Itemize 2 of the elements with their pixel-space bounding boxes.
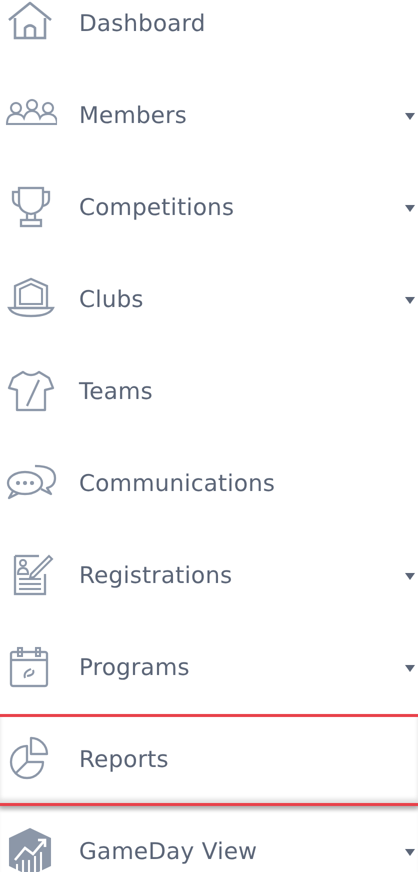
nav-item[interactable]: GameDay View	[0, 806, 418, 872]
nav-item[interactable]: Reports	[0, 714, 418, 806]
